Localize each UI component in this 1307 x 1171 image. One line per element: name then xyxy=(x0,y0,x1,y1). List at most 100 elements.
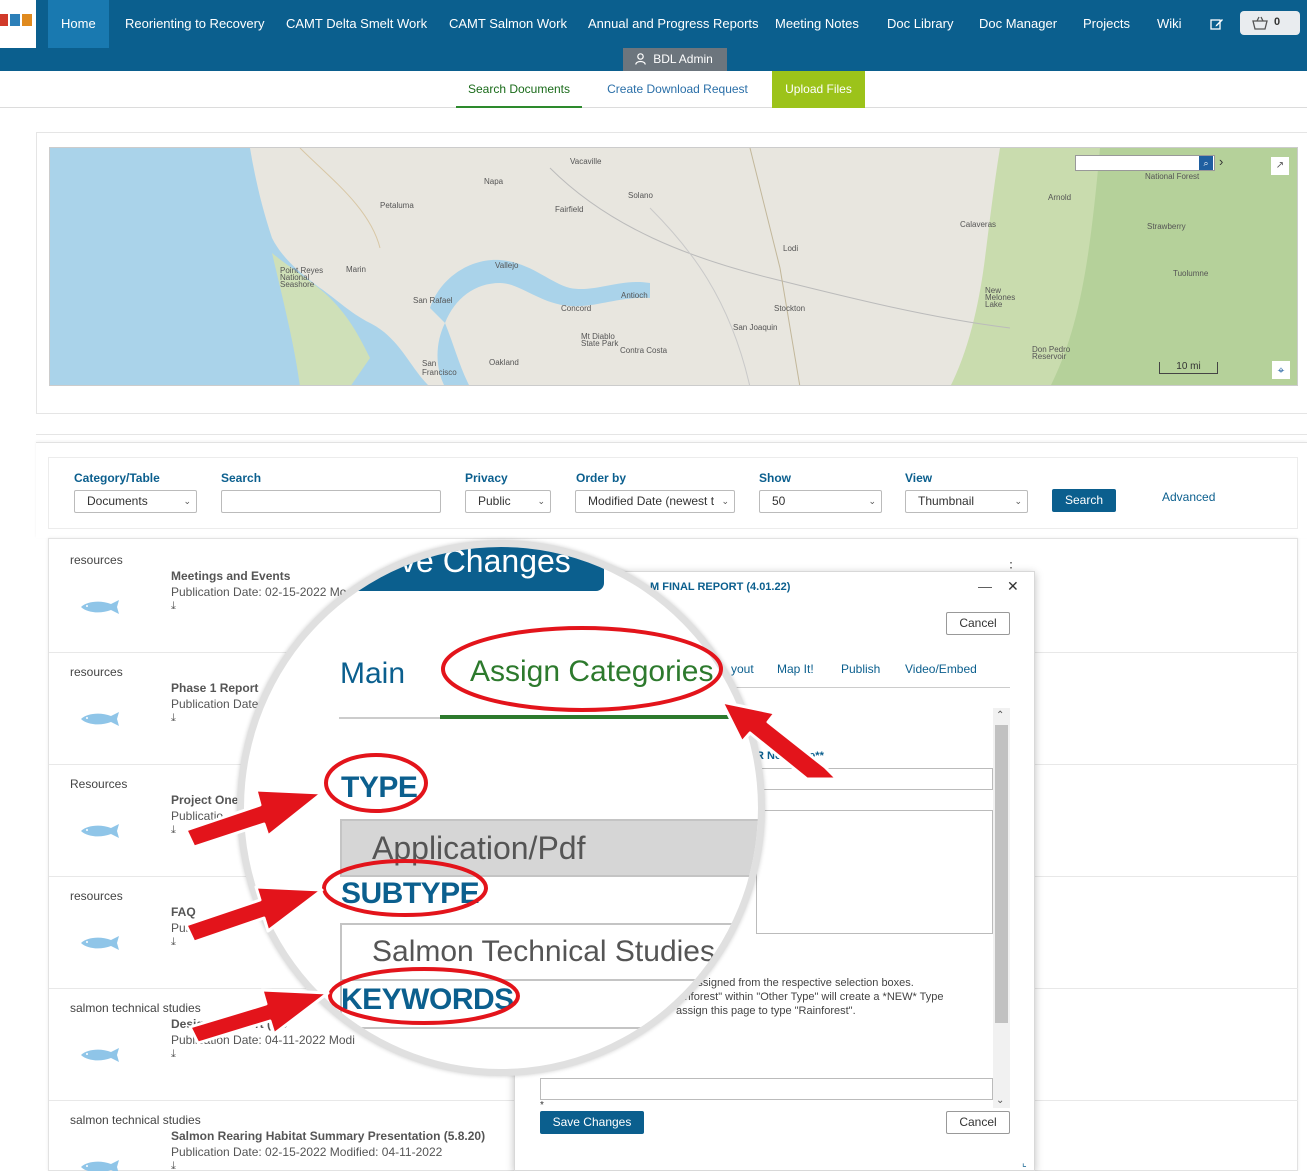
map-scale: 10 mi xyxy=(1159,362,1218,374)
nav-doc-manager[interactable]: Doc Manager xyxy=(979,0,1057,48)
view-select[interactable]: Thumbnail ⌄ xyxy=(905,490,1028,513)
save-changes-button[interactable]: Save Changes xyxy=(540,1111,644,1134)
subtype-textarea[interactable] xyxy=(756,810,993,934)
item-title[interactable]: FAQ xyxy=(171,905,196,919)
tab-upload-files[interactable]: Upload Files xyxy=(772,71,865,108)
locate-icon[interactable]: ⌖ xyxy=(1272,361,1290,379)
nav-reports[interactable]: Annual and Progress Reports xyxy=(588,0,759,48)
tab-layout[interactable]: yout xyxy=(731,662,754,676)
download-icon[interactable]: ⤓ xyxy=(171,600,176,613)
zoomed-keywords-label: KEYWORDS xyxy=(341,983,514,1016)
map-label: San Francisco xyxy=(422,359,457,377)
cancel-button-top[interactable]: Cancel xyxy=(946,612,1010,635)
map-label: Point Reyes National Seashore xyxy=(280,266,324,289)
map-label: Contra Costa xyxy=(620,346,668,355)
item-title[interactable]: Project One xyxy=(171,793,238,807)
item-title[interactable]: Meetings and Events xyxy=(171,569,290,583)
category-select[interactable]: Documents ⌄ xyxy=(74,490,197,513)
download-icon[interactable]: ⤓ xyxy=(171,712,176,725)
item-category: Resources xyxy=(70,777,128,791)
download-icon[interactable]: ⤓ xyxy=(171,824,176,837)
fish-icon xyxy=(81,712,119,726)
tab-map-it[interactable]: Map It! xyxy=(777,662,814,676)
site-logo[interactable] xyxy=(0,0,36,48)
item-category: resources xyxy=(70,889,123,903)
map-label: Tuolumne xyxy=(1173,269,1209,278)
privacy-value: Public xyxy=(478,494,511,508)
order-label: Order by xyxy=(576,471,627,485)
map-label: Don Pedro Reservoir xyxy=(1032,345,1071,361)
tab-create-download-request[interactable]: Create Download Request xyxy=(590,71,765,108)
other-type-input[interactable] xyxy=(756,768,993,790)
item-title[interactable]: Phase 1 Report xyxy=(171,681,258,695)
order-value: Modified Date (newest t xyxy=(588,494,715,508)
map-label: Napa xyxy=(484,177,504,186)
chevron-down-icon: ⌄ xyxy=(537,496,545,506)
scroll-up-icon[interactable]: ⌃ xyxy=(996,710,1004,721)
divider xyxy=(36,434,1307,435)
map-search-button[interactable]: ⌕ xyxy=(1199,156,1213,170)
zoomed-subtype-field: Salmon Technical Studies xyxy=(340,923,758,981)
search-button[interactable]: Search xyxy=(1052,489,1116,512)
scrollbar-thumb[interactable] xyxy=(995,725,1008,1023)
zoomed-tab-main: Main xyxy=(340,657,406,690)
search-input[interactable] xyxy=(221,490,441,513)
show-label: Show xyxy=(759,471,791,485)
show-value: 50 xyxy=(772,494,786,508)
tab-search-documents[interactable]: Search Documents xyxy=(456,71,582,108)
nav-wiki[interactable]: Wiki xyxy=(1157,0,1182,48)
nav-home[interactable]: Home xyxy=(48,0,109,48)
cart-count: 0 xyxy=(1274,16,1281,28)
close-icon[interactable]: ✕ xyxy=(1007,578,1019,595)
item-title[interactable]: Design T Report (4.0 xyxy=(171,1017,288,1031)
nav-projects[interactable]: Projects xyxy=(1083,0,1130,48)
nav-salmon[interactable]: CAMT Salmon Work xyxy=(449,0,567,48)
keywords-input[interactable] xyxy=(540,1078,993,1100)
user-icon xyxy=(635,53,646,65)
map-label: Lodi xyxy=(783,244,799,253)
order-select[interactable]: Modified Date (newest t ⌄ xyxy=(575,490,735,513)
map-label: Strawberry xyxy=(1147,222,1186,231)
map-basemap xyxy=(50,148,1297,385)
map-label: Marin xyxy=(346,265,367,274)
map-label: Calaveras xyxy=(960,220,997,229)
tab-video-embed[interactable]: Video/Embed xyxy=(905,662,977,676)
fish-icon xyxy=(81,824,119,838)
zoomed-type-label: TYPE xyxy=(341,771,418,804)
map-label: Oakland xyxy=(489,358,519,367)
download-icon[interactable]: ⤓ xyxy=(171,1048,176,1061)
nav-reorienting[interactable]: Reorienting to Recovery xyxy=(125,0,264,48)
zoomed-tab-indicator xyxy=(440,715,758,719)
download-icon[interactable]: ⤓ xyxy=(171,936,176,949)
scroll-down-icon[interactable]: ⌄ xyxy=(996,1095,1004,1106)
cancel-button-bottom[interactable]: Cancel xyxy=(946,1111,1010,1134)
map-label: New Melones Lake xyxy=(985,286,1016,309)
privacy-select[interactable]: Public ⌄ xyxy=(465,490,551,513)
item-category: salmon technical studies xyxy=(70,1001,201,1015)
minimize-icon[interactable]: — xyxy=(978,578,992,594)
view-value: Thumbnail xyxy=(918,494,975,508)
download-icon[interactable]: ⤓ xyxy=(171,1160,176,1171)
cart-button[interactable]: 0 xyxy=(1240,11,1300,35)
item-dates: Publication Date: 04-11-2022 Modi xyxy=(171,1033,355,1047)
user-menu[interactable]: BDL Admin xyxy=(623,48,727,71)
map-label: San Joaquin xyxy=(733,323,778,332)
nav-doc-library[interactable]: Doc Library xyxy=(887,0,953,48)
resize-handle-icon[interactable]: ⌞ xyxy=(1022,1158,1027,1169)
nav-meeting-notes[interactable]: Meeting Notes xyxy=(775,0,859,48)
advanced-link[interactable]: Advanced xyxy=(1162,490,1215,504)
nav-delta-smelt[interactable]: CAMT Delta Smelt Work xyxy=(286,0,427,48)
map-view[interactable]: Vacaville Napa Solano Fairfield Petaluma… xyxy=(49,147,1298,386)
map-label: Antioch xyxy=(621,291,648,300)
chevron-right-icon[interactable]: › xyxy=(1219,154,1223,169)
map-search-input[interactable] xyxy=(1075,155,1215,171)
modal-title: M FINAL REPORT (4.01.22) xyxy=(650,581,791,593)
expand-icon[interactable]: ↗ xyxy=(1271,157,1289,175)
tab-publish[interactable]: Publish xyxy=(841,662,880,676)
item-dates: Publi Date xyxy=(171,921,227,935)
item-title[interactable]: Salmon Rearing Habitat Summary Presentat… xyxy=(171,1129,485,1143)
fish-icon xyxy=(81,600,119,614)
edit-icon[interactable] xyxy=(1210,17,1224,31)
zoomed-save-button: ve Changes xyxy=(344,547,604,591)
show-select[interactable]: 50 ⌄ xyxy=(759,490,882,513)
